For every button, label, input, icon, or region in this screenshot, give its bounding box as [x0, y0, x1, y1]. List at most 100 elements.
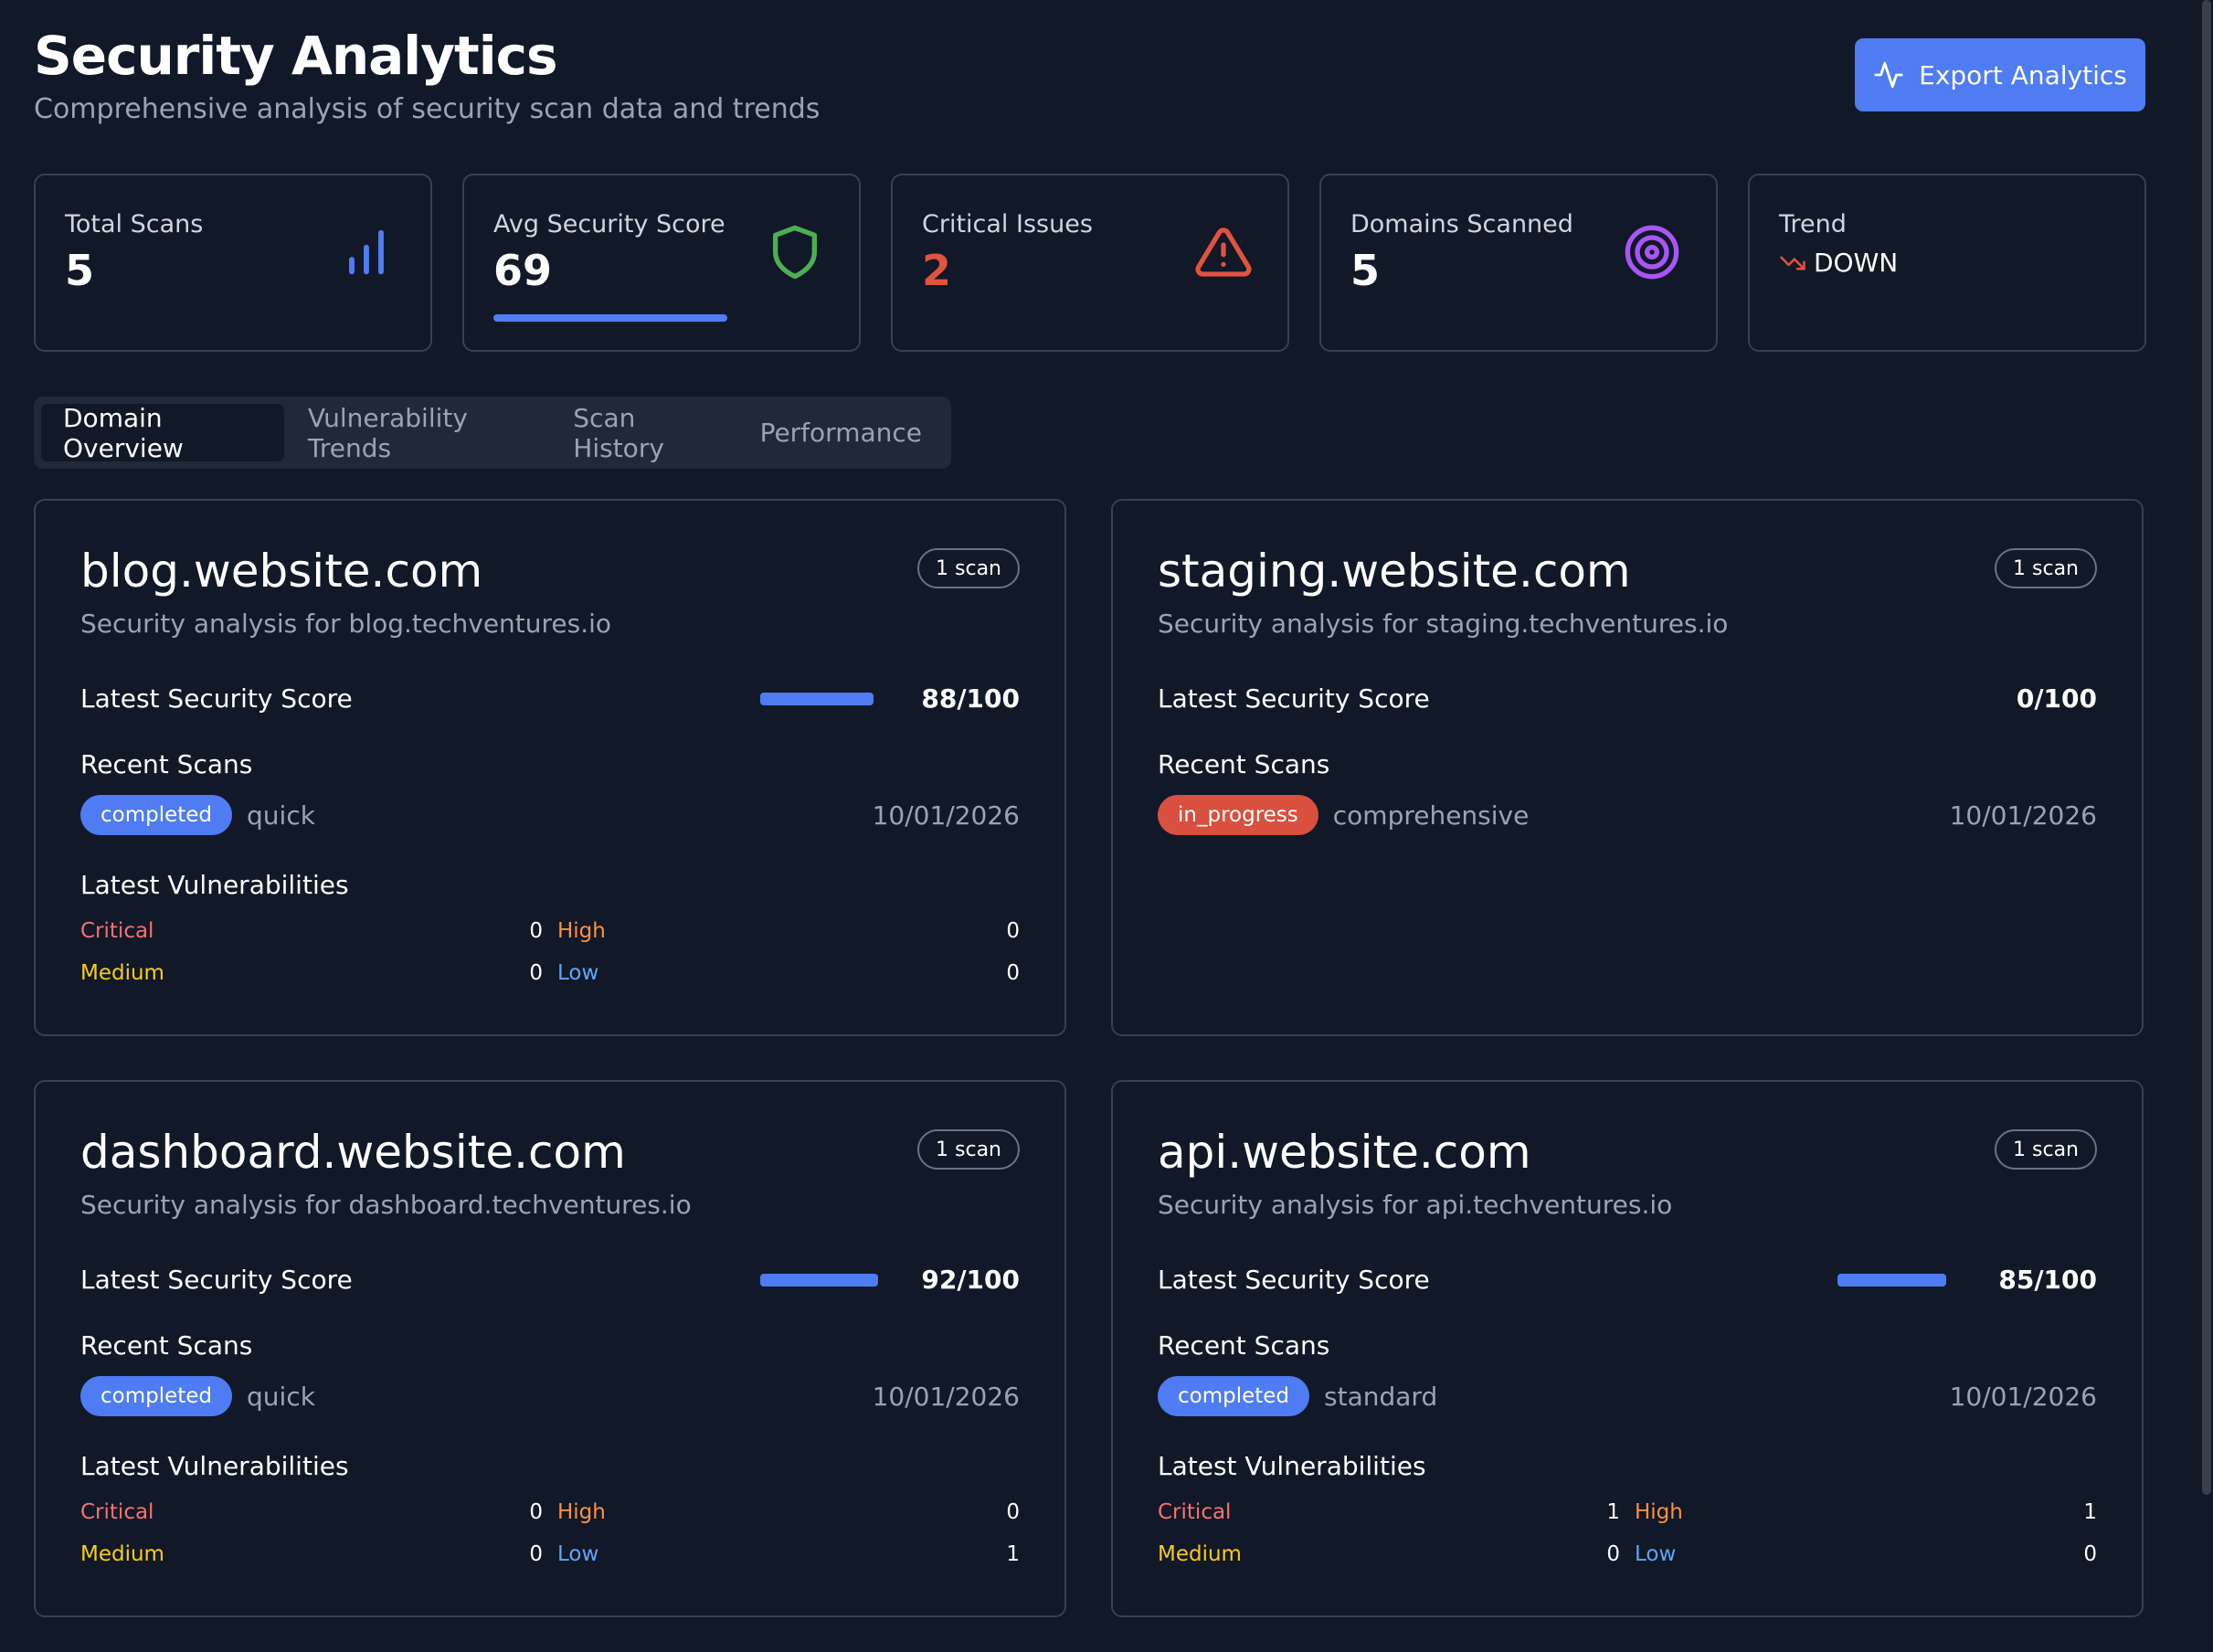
scan-date: 10/01/2026	[1949, 1381, 2097, 1412]
vuln-label: Low	[557, 961, 599, 985]
recent-scans-title: Recent Scans	[1158, 1330, 1330, 1361]
score-row: Latest Security Score 88/100	[80, 683, 1020, 714]
vuln-high: High 0	[557, 919, 1020, 943]
vuln-count: 1	[1606, 1500, 1620, 1524]
vuln-count: 0	[1006, 1500, 1020, 1524]
scan-row: completed standard 10/01/2026	[1158, 1376, 2097, 1416]
scrollbar[interactable]	[2202, 0, 2211, 1495]
recent-scans-title: Recent Scans	[80, 1330, 253, 1361]
vuln-low: Low 0	[1635, 1542, 2097, 1566]
score-bar	[760, 692, 888, 705]
domain-card-api: api.website.com Security analysis for ap…	[1111, 1080, 2144, 1617]
tab-vulnerability-trends[interactable]: Vulnerability Trends	[286, 403, 549, 463]
scan-type: quick	[247, 1381, 315, 1412]
domain-description: Security analysis for staging.techventur…	[1158, 609, 1729, 639]
score-label: Latest Security Score	[80, 1265, 353, 1295]
vuln-count: 1	[1006, 1542, 1020, 1566]
vuln-label: High	[1635, 1500, 1683, 1524]
trend-value: DOWN	[1814, 248, 1899, 278]
vuln-label: Critical	[80, 1500, 154, 1524]
vuln-label: High	[557, 919, 606, 943]
recent-scans-title: Recent Scans	[80, 749, 253, 779]
vuln-label: Medium	[80, 1542, 164, 1566]
vuln-count: 0	[1606, 1542, 1620, 1566]
domain-description: Security analysis for blog.techventures.…	[80, 609, 612, 639]
vuln-count: 0	[1006, 919, 1020, 943]
bar-chart-icon	[349, 229, 384, 275]
domain-card-dashboard: dashboard.website.com Security analysis …	[34, 1080, 1066, 1617]
vulnerability-grid: Critical 1 High 1 Medium 0 Low 0	[1158, 1500, 2097, 1566]
latest-vulnerabilities-title: Latest Vulnerabilities	[1158, 1451, 1426, 1481]
vuln-count: 0	[529, 1500, 543, 1524]
status-badge: completed	[80, 1376, 233, 1416]
scan-date: 10/01/2026	[1949, 800, 2097, 831]
vuln-label: High	[557, 1500, 606, 1524]
score-bar-fill	[1837, 1273, 1947, 1287]
vuln-label: Critical	[80, 919, 154, 943]
scan-count-badge: 1 scan	[1995, 1129, 2097, 1170]
vuln-label: Low	[557, 1542, 599, 1566]
scan-count-badge: 1 scan	[917, 548, 1020, 588]
page-subtitle: Comprehensive analysis of security scan …	[34, 93, 821, 125]
domain-name: api.website.com	[1158, 1126, 1531, 1179]
score-row: Latest Security Score 0/100	[1158, 683, 2097, 714]
score-bar	[1837, 1273, 1965, 1287]
target-icon	[1625, 225, 1679, 280]
stat-card-total-scans: Total Scans 5	[34, 174, 432, 352]
tab-domain-overview[interactable]: Domain Overview	[41, 403, 284, 463]
domain-description: Security analysis for api.techventures.i…	[1158, 1190, 1673, 1220]
score-bar-fill	[760, 1273, 879, 1287]
score-label: Latest Security Score	[1158, 683, 1430, 714]
stat-card-domains-scanned: Domains Scanned 5	[1319, 174, 1718, 352]
vuln-medium: Medium 0	[1158, 1542, 1620, 1566]
activity-icon	[1874, 61, 1903, 89]
vuln-count: 0	[529, 1542, 543, 1566]
trending-down-icon	[1780, 256, 1805, 270]
tab-performance[interactable]: Performance	[738, 404, 944, 461]
vuln-label: Medium	[1158, 1542, 1242, 1566]
vuln-critical: Critical 1	[1158, 1500, 1620, 1524]
score-row: Latest Security Score 85/100	[1158, 1265, 2097, 1295]
export-analytics-label: Export Analytics	[1919, 59, 2127, 90]
stat-card-critical-issues: Critical Issues 2	[891, 174, 1289, 352]
score-bar	[760, 1273, 888, 1287]
score-row: Latest Security Score 92/100	[80, 1265, 1020, 1295]
vulnerability-grid: Critical 0 High 0 Medium 0 Low 1	[80, 1500, 1020, 1566]
vuln-critical: Critical 0	[80, 1500, 543, 1524]
vuln-low: Low 1	[557, 1542, 1020, 1566]
stat-label: Trend	[1779, 210, 1847, 238]
scan-type: standard	[1324, 1381, 1438, 1412]
page-title: Security Analytics	[34, 25, 558, 87]
shield-icon	[773, 225, 817, 280]
score-value: 88/100	[921, 683, 1020, 714]
vuln-count: 0	[1006, 961, 1020, 985]
domain-name: staging.website.com	[1158, 545, 1631, 598]
vuln-label: Medium	[80, 961, 164, 985]
tab-scan-history[interactable]: Scan History	[551, 403, 736, 463]
vuln-critical: Critical 0	[80, 919, 543, 943]
scan-count-badge: 1 scan	[917, 1129, 1020, 1170]
avg-score-progress-bar	[493, 314, 727, 322]
status-badge: completed	[80, 795, 233, 835]
analytics-tabs: Domain Overview Vulnerability Trends Sca…	[34, 397, 951, 469]
stats-row: Total Scans 5 Avg Security Score 69 Crit…	[34, 174, 2146, 352]
scan-count-badge: 1 scan	[1995, 548, 2097, 588]
score-value: 92/100	[921, 1265, 1020, 1295]
domain-description: Security analysis for dashboard.techvent…	[80, 1190, 692, 1220]
page-header: Security Analytics Comprehensive analysi…	[34, 20, 820, 125]
stat-card-trend: Trend DOWN	[1748, 174, 2146, 352]
vuln-count: 1	[2083, 1500, 2097, 1524]
vuln-medium: Medium 0	[80, 1542, 543, 1566]
vuln-label: Critical	[1158, 1500, 1232, 1524]
vuln-high: High 0	[557, 1500, 1020, 1524]
trend-row: DOWN	[1779, 248, 2115, 278]
score-label: Latest Security Score	[80, 683, 353, 714]
export-analytics-button[interactable]: Export Analytics	[1855, 38, 2145, 111]
score-bar-fill	[760, 692, 874, 705]
vuln-count: 0	[529, 919, 543, 943]
scan-row: completed quick 10/01/2026	[80, 1376, 1020, 1416]
scan-type: quick	[247, 800, 315, 831]
vuln-label: Low	[1635, 1542, 1677, 1566]
domain-name: dashboard.website.com	[80, 1126, 626, 1179]
score-value: 85/100	[1998, 1265, 2097, 1295]
